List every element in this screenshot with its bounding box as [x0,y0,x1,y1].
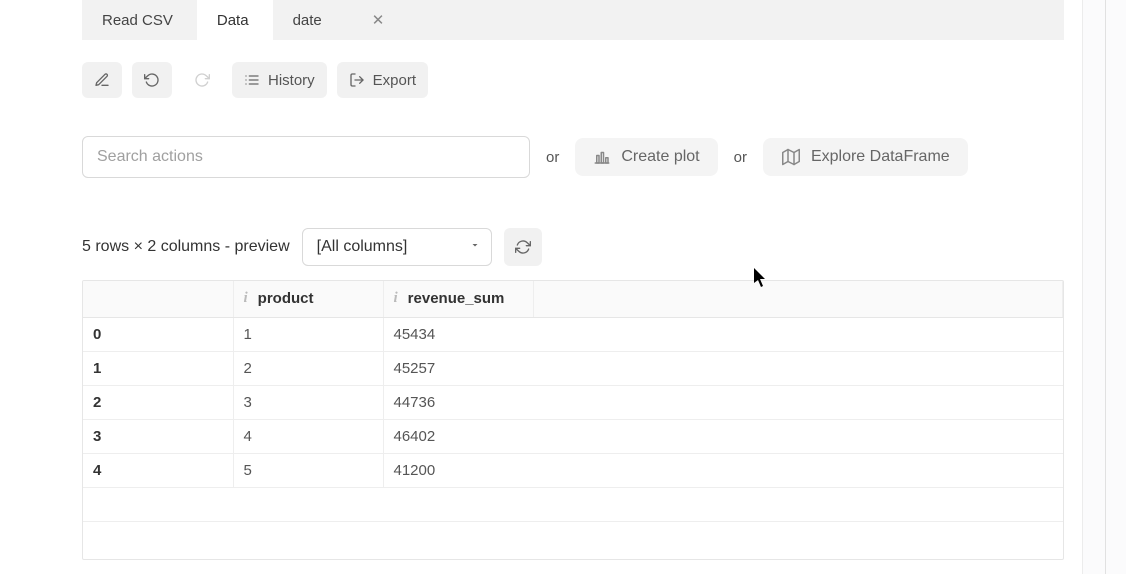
splitter-handle[interactable] [1105,0,1106,574]
column-filter-selected: [All columns] [317,238,408,256]
cell-revenue-sum: 46402 [383,419,533,453]
refresh-button[interactable] [504,228,542,266]
cell-revenue-sum: 44736 [383,385,533,419]
column-header-product[interactable]: i product [233,281,383,317]
search-input[interactable] [82,136,530,178]
table-row-empty [83,521,1063,555]
caret-down-icon [469,238,481,256]
row-index: 3 [83,419,233,453]
history-label: History [268,72,315,89]
refresh-icon [515,239,531,255]
export-label: Export [373,72,416,89]
toolbar: History Export [82,62,428,98]
cell-spacer [533,385,1063,419]
column-header-spacer [533,281,1063,317]
preview-summary: 5 rows × 2 columns - preview [82,238,290,256]
row-index: 0 [83,317,233,351]
or-text: or [734,149,747,166]
data-table-container: i product i revenue_sum 0 [82,280,1064,560]
tab-read-csv[interactable]: Read CSV [82,0,197,40]
create-plot-button[interactable]: Create plot [575,138,717,176]
table-row: 2 3 44736 [83,385,1063,419]
tab-label: Data [217,12,249,29]
table-row: 4 5 41200 [83,453,1063,487]
bar-chart-icon [593,148,611,166]
explore-dataframe-button[interactable]: Explore DataFrame [763,138,968,176]
column-name: revenue_sum [408,290,505,307]
or-text: or [546,149,559,166]
redo-button [182,62,222,98]
cell-revenue-sum: 45434 [383,317,533,351]
export-icon [349,72,365,88]
column-filter-select[interactable]: [All columns] [302,228,492,266]
tab-label: date [293,12,322,29]
cell-product: 5 [233,453,383,487]
pencil-icon [94,72,110,88]
tab-label: Read CSV [102,12,173,29]
cell-spacer [533,351,1063,385]
cell-product: 1 [233,317,383,351]
cell-product: 3 [233,385,383,419]
redo-icon [194,72,210,88]
info-icon[interactable]: i [394,290,398,307]
cell-product: 2 [233,351,383,385]
explore-dataframe-label: Explore DataFrame [811,148,950,166]
right-panel-gutter [1082,0,1126,574]
cell-revenue-sum: 41200 [383,453,533,487]
edit-button[interactable] [82,62,122,98]
column-name: product [258,290,314,307]
tab-data[interactable]: Data [197,0,273,40]
index-header [83,281,233,317]
cell-spacer [533,419,1063,453]
preview-meta-row: 5 rows × 2 columns - preview [All column… [82,228,542,266]
action-row: or Create plot or Explore DataFrame [82,136,968,178]
tab-date[interactable]: date ✕ [273,0,409,40]
table-row: 3 4 46402 [83,419,1063,453]
row-index: 1 [83,351,233,385]
map-icon [781,148,801,166]
list-icon [244,72,260,88]
undo-button[interactable] [132,62,172,98]
history-button[interactable]: History [232,62,327,98]
info-icon[interactable]: i [244,290,248,307]
cell-product: 4 [233,419,383,453]
close-icon[interactable]: ✕ [372,11,385,29]
cell-revenue-sum: 45257 [383,351,533,385]
row-index: 4 [83,453,233,487]
create-plot-label: Create plot [621,148,699,166]
table-row: 0 1 45434 [83,317,1063,351]
table-row-empty [83,487,1063,521]
undo-icon [144,72,160,88]
row-index: 2 [83,385,233,419]
cell-spacer [533,453,1063,487]
data-table: i product i revenue_sum 0 [83,281,1063,555]
tab-bar: Read CSV Data date ✕ [82,0,1064,40]
export-button[interactable]: Export [337,62,428,98]
table-header-row: i product i revenue_sum [83,281,1063,317]
table-row: 1 2 45257 [83,351,1063,385]
cell-spacer [533,317,1063,351]
column-header-revenue-sum[interactable]: i revenue_sum [383,281,533,317]
